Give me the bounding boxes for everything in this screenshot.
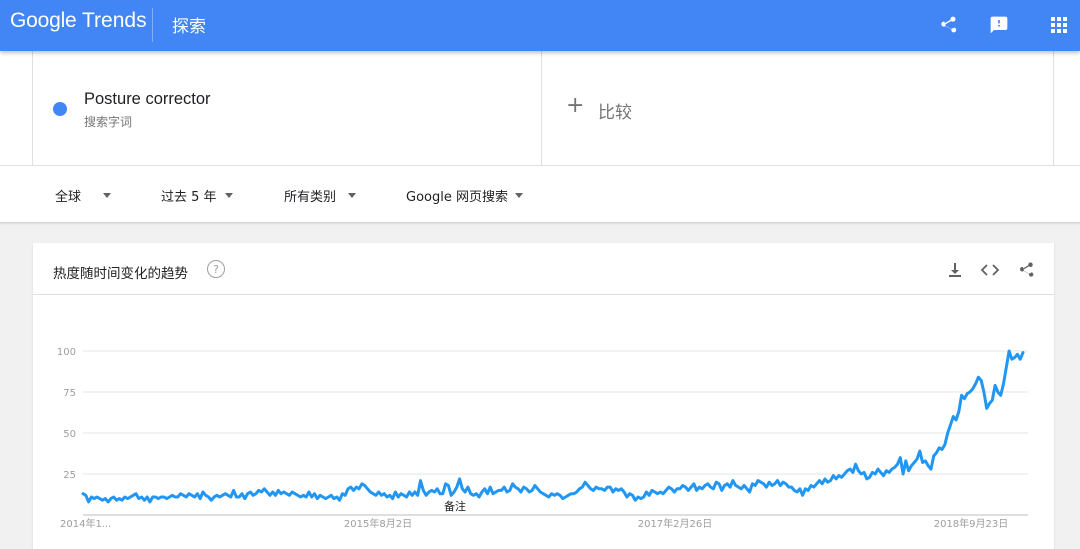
top-app-bar: Google Trends 探索	[0, 0, 1080, 51]
term-color-dot	[53, 102, 67, 116]
y-tick-label: 100	[57, 347, 76, 358]
interest-over-time-card: 热度随时间变化的趋势 ? 100 75 50 25 2014年1... 2015年8月2日…	[33, 243, 1054, 549]
x-tick-label: 2015年8月2日	[344, 517, 412, 530]
search-divider	[0, 165, 1080, 166]
region-filter[interactable]: 全球	[55, 186, 112, 205]
feedback-icon[interactable]	[986, 12, 1012, 38]
region-caret-icon	[103, 193, 112, 198]
trend-series-line	[81, 349, 1025, 504]
google-trends-logo[interactable]: Google Trends	[10, 9, 147, 33]
compare-label: 比较	[598, 103, 632, 123]
logo-trends-text: Trends	[82, 9, 147, 32]
property-filter-label: Google 网页搜索	[406, 190, 508, 205]
trend-line-chart: 100 75 50 25 2014年1... 2015年8月2日 2017年2月26日 201…	[57, 347, 1028, 530]
time-filter-label: 过去 5 年	[161, 190, 217, 205]
header-divider	[152, 8, 153, 42]
x-tick-label: 2018年9月23日	[934, 517, 1009, 530]
compare-card[interactable]: + 比较	[542, 51, 1054, 165]
logo-google-text: Google	[10, 9, 77, 32]
plus-icon: +	[566, 93, 585, 118]
category-filter-label: 所有类别	[284, 190, 337, 205]
search-term-name[interactable]: Posture corrector	[84, 90, 211, 109]
y-tick-label: 75	[63, 388, 76, 399]
chart-note-label: 备注	[444, 499, 466, 513]
property-filter[interactable]: Google 网页搜索	[406, 186, 523, 205]
y-tick-label: 50	[63, 429, 76, 440]
y-tick-label: 25	[63, 470, 76, 481]
category-caret-icon	[348, 193, 357, 198]
panel-shadow	[0, 222, 1080, 225]
search-term-card[interactable]: Posture corrector 搜索字词	[32, 51, 542, 165]
time-filter[interactable]: 过去 5 年	[161, 186, 233, 205]
share-icon[interactable]	[935, 12, 961, 38]
x-tick-label: 2014年1...	[60, 517, 111, 530]
x-tick-label: 2017年2月26日	[638, 517, 713, 530]
category-filter[interactable]: 所有类别	[284, 186, 357, 205]
apps-grid-icon[interactable]	[1046, 12, 1072, 38]
region-filter-label: 全球	[55, 190, 82, 205]
time-caret-icon	[224, 193, 233, 198]
page-title: 探索	[172, 17, 206, 37]
search-term-type: 搜索字词	[84, 115, 133, 129]
property-caret-icon	[514, 193, 523, 198]
